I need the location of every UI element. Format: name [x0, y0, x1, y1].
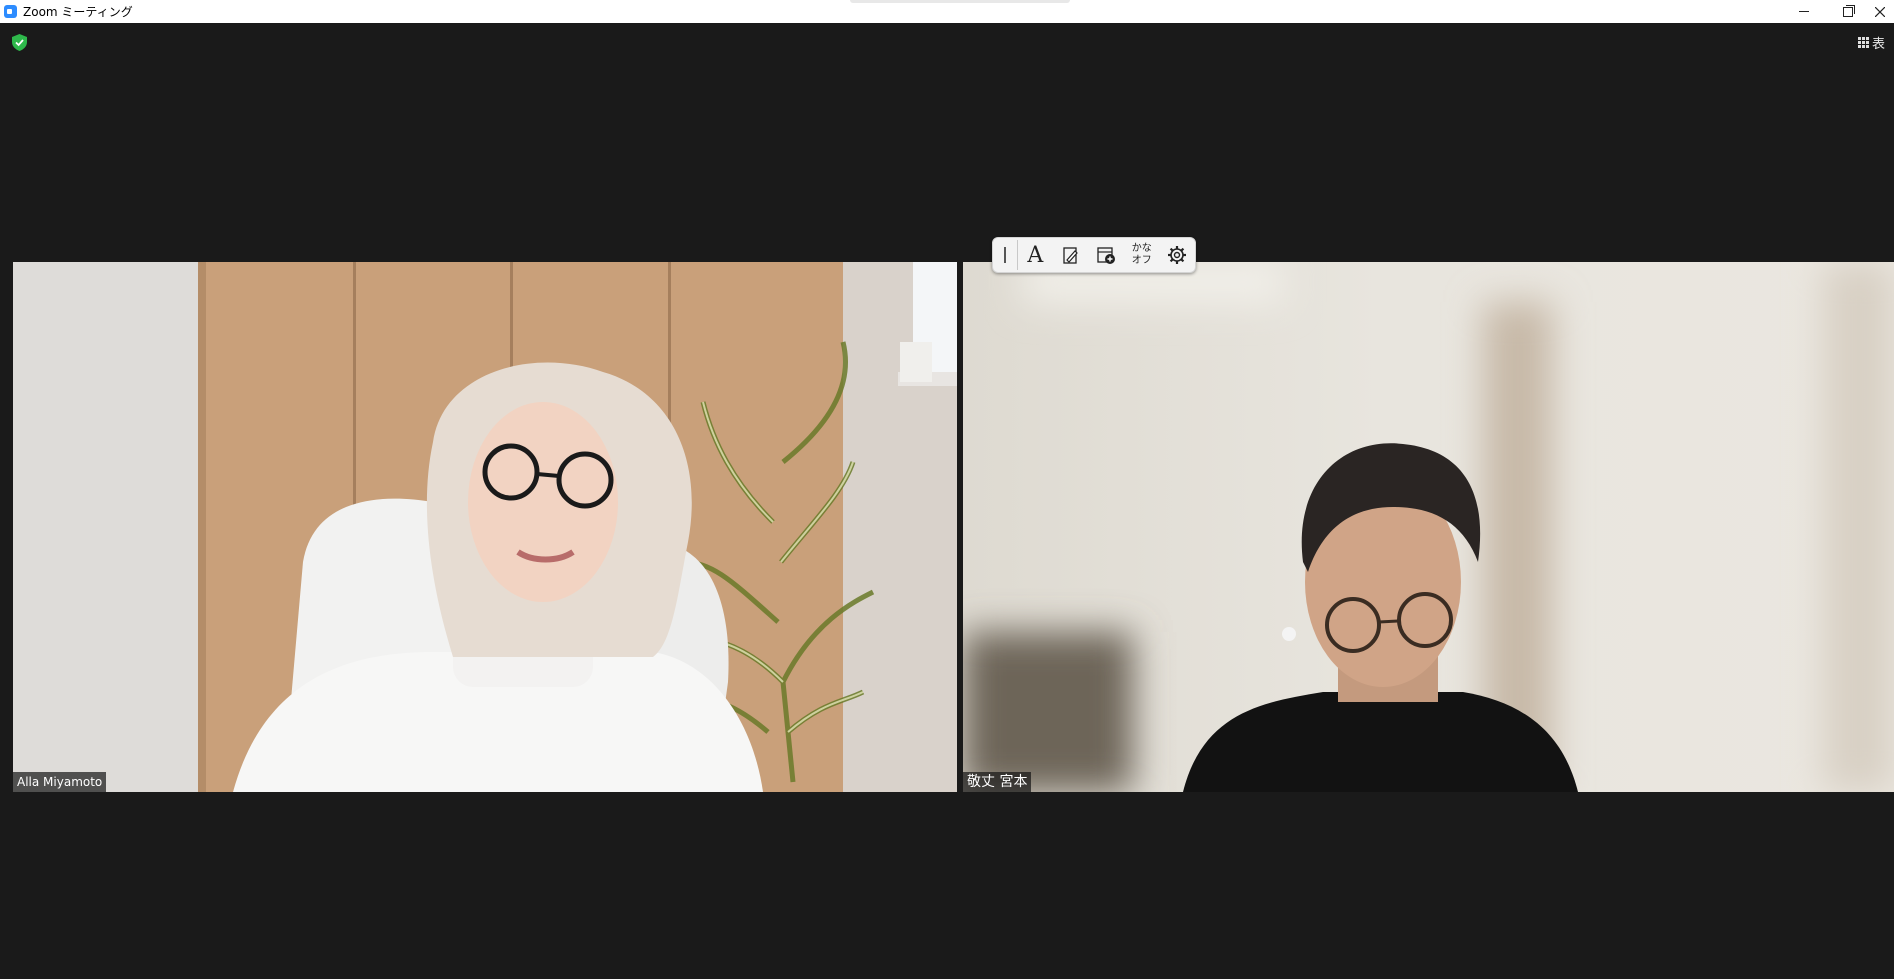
handwriting-pad-icon: [1063, 247, 1078, 264]
close-button[interactable]: [1866, 0, 1894, 23]
participant-video: [963, 262, 1894, 792]
ime-toolbar: A かな オフ: [992, 237, 1196, 273]
restore-icon: [1843, 4, 1855, 17]
grip-icon[interactable]: [993, 238, 1017, 272]
input-mode-button[interactable]: A: [1018, 238, 1053, 272]
title-drag-handle[interactable]: [850, 0, 1070, 3]
title-bar: Zoom ミーティング: [0, 0, 1894, 23]
zoom-app-icon: [4, 5, 17, 18]
minimize-icon: [1799, 11, 1809, 12]
dictionary-add-button[interactable]: [1089, 238, 1124, 272]
participant-video: [13, 262, 957, 792]
view-button[interactable]: 表: [1858, 32, 1885, 52]
participant-name-label: Alla Miyamoto: [13, 772, 107, 792]
ime-settings-button[interactable]: [1160, 238, 1195, 272]
restore-button[interactable]: [1826, 0, 1870, 23]
video-tile-alla[interactable]: Alla Miyamoto: [13, 262, 957, 792]
video-tile-keijo[interactable]: 敬丈 宮本: [963, 262, 1894, 792]
dictionary-add-icon: [1097, 247, 1116, 264]
kana-input-toggle[interactable]: かな オフ: [1124, 238, 1159, 272]
shield-check-icon[interactable]: [12, 34, 27, 51]
close-icon: [1875, 6, 1885, 17]
grid-icon: [1858, 36, 1869, 48]
view-button-label: 表: [1872, 36, 1886, 52]
handwriting-pad-button[interactable]: [1053, 238, 1088, 272]
participant-name-label: 敬丈 宮本: [963, 772, 1032, 792]
settings-gear-icon: [1168, 246, 1187, 264]
window-title: Zoom ミーティング: [23, 5, 133, 19]
minimize-button[interactable]: [1782, 0, 1826, 23]
